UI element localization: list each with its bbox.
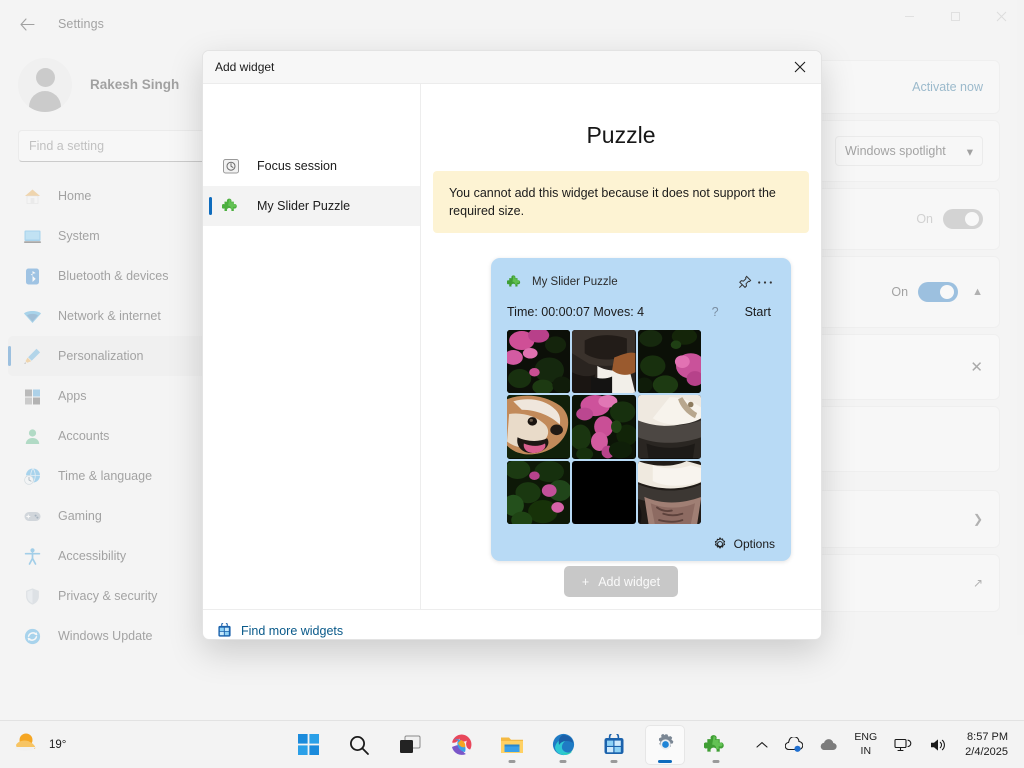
plus-icon: + <box>582 575 589 589</box>
puzzle-piece-icon <box>507 274 523 290</box>
active-indicator <box>658 760 672 763</box>
puzzle-tile[interactable] <box>638 330 701 393</box>
taskbar-item-task-view[interactable] <box>390 725 430 765</box>
network-tray-icon <box>894 737 912 753</box>
cloud-icon <box>820 739 837 751</box>
onedrive-sync-icon <box>785 737 803 753</box>
puzzle-piece-icon <box>221 196 241 216</box>
windows-start-icon <box>298 734 319 755</box>
settings-gear-icon <box>654 733 677 756</box>
chevron-up-icon <box>756 741 768 749</box>
taskbar-item-copilot[interactable] <box>441 725 481 765</box>
taskbar-item-search[interactable] <box>339 725 379 765</box>
start-button[interactable]: Start <box>745 305 771 319</box>
clock-time: 8:57 PM <box>965 730 1008 745</box>
screen-root: Settings Rakesh Singh <box>0 0 1024 768</box>
puzzle-tile[interactable] <box>507 395 570 458</box>
widget-preview-stats: Time: 00:00:07 Moves: 4 ? Start <box>507 305 775 319</box>
store-icon <box>217 623 232 638</box>
tray-clock[interactable]: 8:57 PM 2/4/2025 <box>957 730 1016 760</box>
pin-icon[interactable] <box>735 272 755 292</box>
running-indicator <box>560 760 567 763</box>
tray-onedrive-button[interactable] <box>778 726 810 764</box>
dialog-add-widget-label: Add widget <box>598 575 660 589</box>
volume-icon <box>929 737 947 753</box>
dialog-add-button-wrap: + Add widget <box>421 566 821 597</box>
gear-icon <box>713 537 727 551</box>
tray-cloud-button[interactable] <box>813 726 844 764</box>
puzzle-grid <box>507 330 701 524</box>
taskbar-items <box>288 725 736 765</box>
taskbar-item-settings[interactable] <box>645 725 685 765</box>
language-region: IN <box>854 745 877 758</box>
microsoft-store-icon <box>603 734 625 756</box>
add-widget-dialog: Add widget Focus session <box>202 50 822 640</box>
page-title: Puzzle <box>421 122 821 149</box>
running-indicator <box>713 760 720 763</box>
puzzle-app-icon <box>704 733 728 757</box>
file-explorer-icon <box>500 734 524 756</box>
system-tray: ENG IN 8:57 PM 2/4/20 <box>749 726 1016 764</box>
weather-temperature: 19° <box>49 739 66 751</box>
taskbar-weather[interactable]: 19° <box>14 729 144 760</box>
taskbar: 19° <box>0 720 1024 768</box>
search-icon <box>348 734 370 756</box>
question-mark-icon[interactable]: ? <box>712 305 719 319</box>
widget-preview-header: My Slider Puzzle <box>507 272 775 292</box>
more-options-icon[interactable] <box>755 272 775 292</box>
copilot-icon <box>450 733 473 756</box>
running-indicator <box>509 760 516 763</box>
widget-preview: My Slider Puzzle <box>491 258 791 561</box>
widget-list: Focus session My Slider Puzzle <box>203 84 421 609</box>
language-indicator: ENG IN <box>854 731 877 757</box>
puzzle-tile[interactable] <box>572 395 635 458</box>
sun-cloud-icon <box>14 729 44 760</box>
widget-preview-name: My Slider Puzzle <box>532 276 735 288</box>
warning-message: You cannot add this widget because it do… <box>433 171 809 233</box>
dialog-close-button[interactable] <box>779 51 821 83</box>
puzzle-tile[interactable] <box>638 461 701 524</box>
taskbar-item-file-explorer[interactable] <box>492 725 532 765</box>
tray-language-button[interactable]: ENG IN <box>847 726 884 764</box>
edge-icon <box>552 733 575 756</box>
task-view-icon <box>399 735 421 755</box>
taskbar-item-start[interactable] <box>288 725 328 765</box>
dialog-main: Puzzle You cannot add this widget becaus… <box>421 84 821 609</box>
puzzle-tile[interactable] <box>507 330 570 393</box>
widget-list-item-label: Focus session <box>257 159 337 173</box>
options-label: Options <box>734 537 775 551</box>
focus-session-icon <box>221 156 241 176</box>
dialog-title: Add widget <box>215 60 779 74</box>
clock-date: 2/4/2025 <box>965 745 1008 760</box>
puzzle-tile[interactable] <box>572 330 635 393</box>
widget-status-text: Time: 00:00:07 Moves: 4 <box>507 305 712 319</box>
widget-list-item-focus-session[interactable]: Focus session <box>203 146 420 186</box>
running-indicator <box>611 760 618 763</box>
dialog-footer: Find more widgets <box>203 609 821 640</box>
widget-list-item-label: My Slider Puzzle <box>257 199 350 213</box>
dialog-header: Add widget <box>203 51 821 84</box>
puzzle-tile[interactable] <box>638 395 701 458</box>
tray-volume-button[interactable] <box>922 726 954 764</box>
puzzle-tile-empty[interactable] <box>572 461 635 524</box>
language-code: ENG <box>854 731 877 744</box>
close-icon <box>794 61 806 73</box>
taskbar-item-microsoft-store[interactable] <box>594 725 634 765</box>
find-more-widgets-link[interactable]: Find more widgets <box>241 624 343 638</box>
taskbar-item-edge[interactable] <box>543 725 583 765</box>
dialog-add-widget-button[interactable]: + Add widget <box>564 566 678 597</box>
puzzle-tile[interactable] <box>507 461 570 524</box>
widget-options-row[interactable]: Options <box>713 537 775 551</box>
dialog-body: Focus session My Slider Puzzle Puzzle Yo… <box>203 84 821 609</box>
widget-list-item-my-slider-puzzle[interactable]: My Slider Puzzle <box>203 186 420 226</box>
tray-network-button[interactable] <box>887 726 919 764</box>
tray-overflow-button[interactable] <box>749 726 775 764</box>
taskbar-item-puzzle-app[interactable] <box>696 725 736 765</box>
